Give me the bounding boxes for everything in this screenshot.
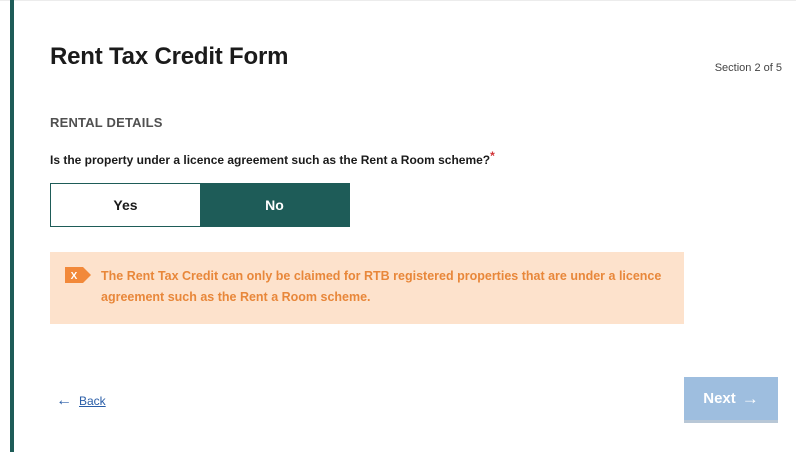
section-heading: RENTAL DETAILS (50, 115, 163, 130)
required-asterisk: * (490, 149, 495, 163)
yes-no-toggle: Yes No (50, 183, 350, 227)
form-card: Rent Tax Credit Form Section 2 of 5 RENT… (14, 1, 796, 452)
yes-option[interactable]: Yes (51, 184, 200, 226)
error-x-glyph: X (71, 271, 78, 282)
back-label: Back (79, 394, 106, 408)
section-indicator: Section 2 of 5 (714, 62, 782, 74)
question-label: Is the property under a licence agreemen… (50, 153, 491, 167)
arrow-right-icon: → (741, 389, 759, 408)
page-title: Rent Tax Credit Form (50, 43, 289, 70)
arrow-left-icon: ← (56, 392, 72, 409)
licence-agreement-question: Is the property under a licence agreemen… (50, 149, 495, 167)
next-button[interactable]: Next → (684, 377, 778, 423)
error-x-icon: X (65, 267, 91, 283)
error-alert: X The Rent Tax Credit can only be claime… (50, 252, 684, 324)
next-label: Next (703, 390, 736, 407)
no-option[interactable]: No (200, 184, 349, 226)
back-link[interactable]: ← Back (56, 393, 106, 409)
alert-message: The Rent Tax Credit can only be claimed … (101, 269, 662, 304)
